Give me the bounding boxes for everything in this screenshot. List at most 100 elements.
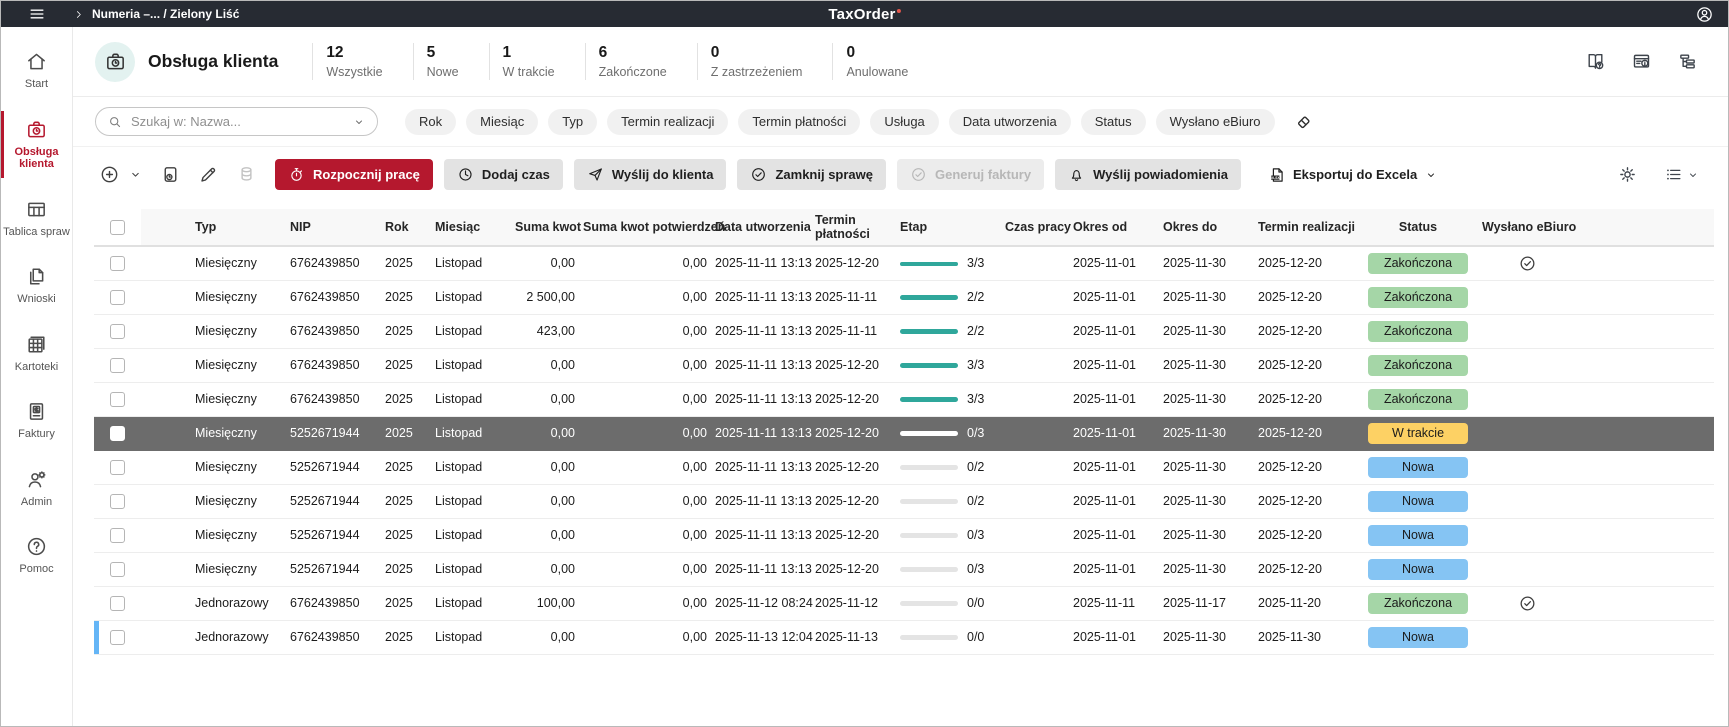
filter-chip-status[interactable]: Status [1081, 109, 1146, 135]
sidebar-item-pomoc[interactable]: Pomoc [1, 532, 72, 579]
cell-typ: Miesięczny [191, 280, 286, 314]
filter-chip-data-utworzenia[interactable]: Data utworzenia [949, 109, 1071, 135]
column-header-wyslano-ebiuro[interactable]: Wysłano eBiuro [1478, 209, 1576, 246]
filter-chip-termin-realizacji[interactable]: Termin realizacji [607, 109, 728, 135]
column-header-suma-kwot-potwierdzen[interactable]: Suma kwot potwierdzeń [579, 209, 711, 246]
search-scope-chevron-icon[interactable] [352, 115, 366, 129]
table-row[interactable]: Miesięczny 6762439850 2025 Listopad 0,00… [94, 246, 1714, 280]
stat-z-zastrzezeniem[interactable]: 0 Z zastrzeżeniem [697, 43, 833, 80]
edit-button[interactable] [198, 164, 219, 185]
table-row[interactable]: Miesięczny 5252671944 2025 Listopad 0,00… [94, 552, 1714, 586]
stat-nowe[interactable]: 5 Nowe [413, 43, 489, 80]
sidebar-item-kartoteki[interactable]: Kartoteki [1, 330, 72, 377]
filter-chip-usluga[interactable]: Usługa [870, 109, 938, 135]
column-header-data-utworzenia[interactable]: Data utworzenia [711, 209, 811, 246]
column-header-status[interactable]: Status [1358, 209, 1478, 246]
column-header-nip[interactable]: NIP [286, 209, 381, 246]
row-checkbox[interactable] [110, 324, 125, 339]
stat-w-trakcie[interactable]: 1 W trakcie [489, 43, 585, 80]
filter-chip-termin-platnosci[interactable]: Termin płatności [738, 109, 860, 135]
table-row[interactable]: Miesięczny 5252671944 2025 Listopad 0,00… [94, 518, 1714, 552]
table-row[interactable]: Miesięczny 6762439850 2025 Listopad 423,… [94, 314, 1714, 348]
filter-chip-typ[interactable]: Typ [548, 109, 597, 135]
select-all-checkbox[interactable] [110, 220, 125, 235]
column-header-termin-realizacji[interactable]: Termin realizacji [1254, 209, 1358, 246]
settings-button[interactable] [1617, 164, 1638, 185]
row-checkbox[interactable] [110, 562, 125, 577]
cell-termin-platnosci: 2025-12-20 [811, 416, 896, 450]
row-checkbox[interactable] [110, 426, 125, 441]
hamburger-menu-button[interactable] [1, 4, 73, 24]
sidebar-item-start[interactable]: Start [1, 47, 72, 94]
summary-panel-button[interactable] [1631, 51, 1652, 72]
help-guide-button[interactable] [1585, 51, 1606, 72]
stat-zakonczone[interactable]: 6 Zakończone [585, 43, 697, 80]
sidebar-item-obsluga-klienta[interactable]: Obsługa klienta [1, 115, 72, 174]
table-row[interactable]: Miesięczny 6762439850 2025 Listopad 2 50… [94, 280, 1714, 314]
column-header-miesiac[interactable]: Miesiąc [431, 209, 511, 246]
close-case-button[interactable]: Zamknij sprawę [737, 159, 886, 190]
case-from-template-button[interactable] [160, 164, 181, 185]
column-header-termin-platnosci[interactable]: Termin płatności [811, 209, 896, 246]
row-checkbox[interactable] [110, 460, 125, 475]
cell-miesiac: Listopad [431, 586, 511, 620]
cell-miesiac: Listopad [431, 484, 511, 518]
row-checkbox[interactable] [110, 290, 125, 305]
table-row[interactable]: Miesięczny 5252671944 2025 Listopad 0,00… [94, 416, 1714, 450]
checkbox-cell [94, 314, 141, 348]
table-row[interactable]: Miesięczny 5252671944 2025 Listopad 0,00… [94, 450, 1714, 484]
stat-wszystkie[interactable]: 12 Wszystkie [312, 43, 412, 80]
row-checkbox[interactable] [110, 596, 125, 611]
row-checkbox[interactable] [110, 494, 125, 509]
table-row[interactable]: Jednorazowy 6762439850 2025 Listopad 0,0… [94, 620, 1714, 654]
column-header-okres-od[interactable]: Okres od [1069, 209, 1159, 246]
breadcrumb[interactable]: Numeria –... / Zielony Liść [73, 7, 239, 21]
cell-etap: 2/2 [896, 280, 1001, 314]
cell-etap: 0/2 [896, 450, 1001, 484]
row-checkbox[interactable] [110, 256, 125, 271]
row-checkbox[interactable] [110, 392, 125, 407]
cell-etap: 3/3 [896, 382, 1001, 416]
search-input[interactable]: Szukaj w: Nazwa... [95, 107, 378, 136]
filter-chip-miesiac[interactable]: Miesiąc [466, 109, 538, 135]
cell-miesiac: Listopad [431, 518, 511, 552]
account-icon[interactable] [1695, 5, 1714, 24]
button-label: Zamknij sprawę [775, 167, 873, 182]
column-header-suma-kwot[interactable]: Suma kwot [511, 209, 579, 246]
table-row[interactable]: Miesięczny 6762439850 2025 Listopad 0,00… [94, 348, 1714, 382]
sidebar-item-tablica-spraw[interactable]: Tablica spraw [1, 195, 72, 242]
export-excel-button[interactable]: XLSX Eksportuj do Excela [1255, 159, 1451, 190]
column-header-okres-do[interactable]: Okres do [1159, 209, 1254, 246]
row-checkbox[interactable] [110, 528, 125, 543]
table-row[interactable]: Miesięczny 6762439850 2025 Listopad 0,00… [94, 382, 1714, 416]
send-notifications-button[interactable]: Wyślij powiadomienia [1055, 159, 1241, 190]
column-header-typ[interactable]: Typ [191, 209, 286, 246]
row-checkbox[interactable] [110, 358, 125, 373]
add-case-button[interactable] [99, 164, 120, 185]
add-time-button[interactable]: Dodaj czas [444, 159, 563, 190]
send-to-client-button[interactable]: Wyślij do klienta [574, 159, 727, 190]
cell-miesiac: Listopad [431, 246, 511, 280]
row-checkbox[interactable] [110, 630, 125, 645]
add-case-menu-button[interactable] [128, 167, 143, 182]
stage-progress-bar [900, 533, 958, 538]
sidebar-item-wnioski[interactable]: Wnioski [1, 262, 72, 309]
column-header-czas-pracy[interactable]: Czas pracy [1001, 209, 1069, 246]
clear-filters-button[interactable] [1294, 111, 1315, 132]
sidebar-item-faktury[interactable]: Faktury [1, 397, 72, 444]
sidebar-item-admin[interactable]: Admin [1, 465, 72, 512]
filter-chip-rok[interactable]: Rok [405, 109, 456, 135]
check-circle-icon [750, 166, 767, 183]
stat-anulowane[interactable]: 0 Anulowane [832, 43, 938, 80]
column-settings-button[interactable] [1664, 165, 1700, 184]
start-work-button[interactable]: Rozpocznij pracę [275, 159, 433, 190]
table-row[interactable]: Miesięczny 5252671944 2025 Listopad 0,00… [94, 484, 1714, 518]
person-icon [1695, 5, 1714, 24]
cell-suma-kwot-potwierdzen: 0,00 [579, 620, 711, 654]
hierarchy-view-button[interactable] [1677, 51, 1698, 72]
filter-chip-wyslano-ebiuro[interactable]: Wysłano eBiuro [1156, 109, 1275, 135]
table-row[interactable]: Jednorazowy 6762439850 2025 Listopad 100… [94, 586, 1714, 620]
stat-value: 0 [711, 44, 803, 62]
column-header-rok[interactable]: Rok [381, 209, 431, 246]
column-header-etap[interactable]: Etap [896, 209, 1001, 246]
